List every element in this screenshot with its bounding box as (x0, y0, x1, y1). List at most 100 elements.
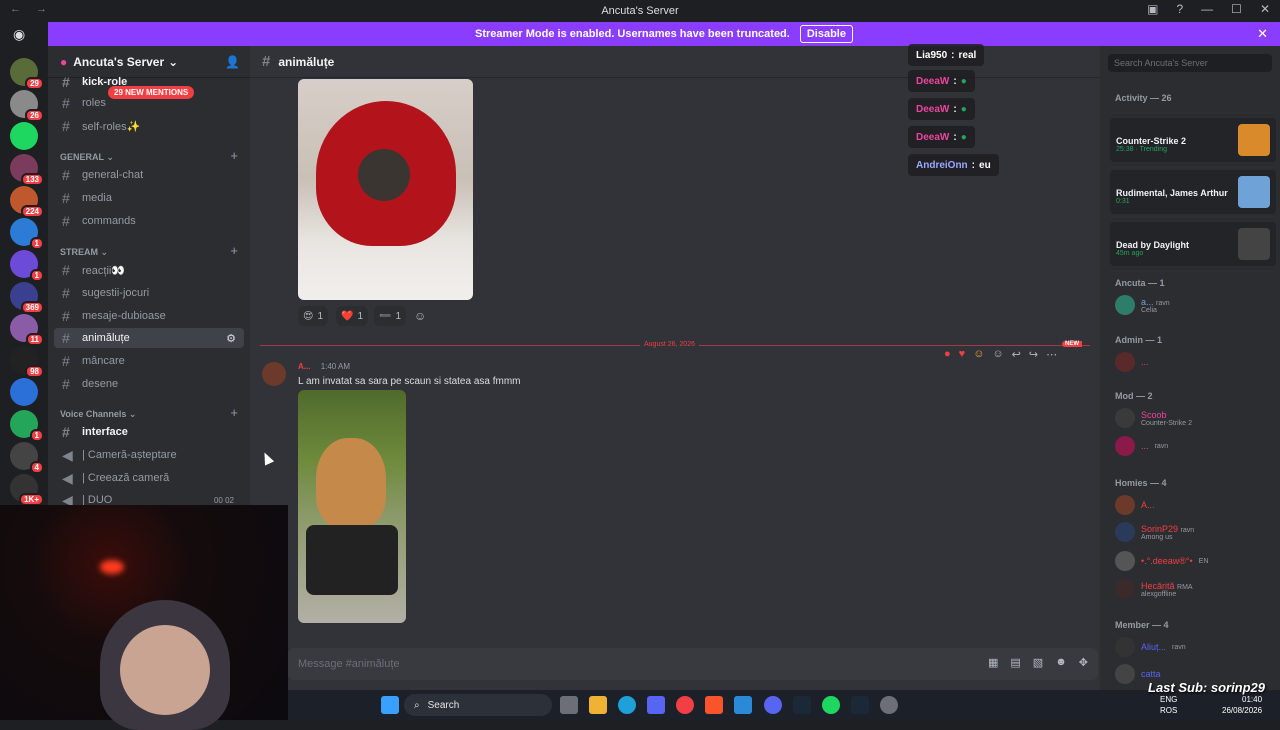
message-author[interactable]: A... (298, 362, 310, 371)
member-item[interactable]: Scoob Counter-Strike 2 (1115, 405, 1275, 431)
channel-commands[interactable]: # commands (54, 211, 244, 231)
attachment-image[interactable] (298, 79, 473, 300)
server-icon[interactable]: 4 (10, 442, 44, 474)
channel-animalute[interactable]: # animăluțe ⚙ (54, 328, 244, 348)
window-controls[interactable]: ▣? — ☐ ✕ (1147, 2, 1270, 16)
attachment-image[interactable] (298, 390, 406, 623)
sticker-icon[interactable]: ▧ (1033, 656, 1043, 669)
voice-camera-asteptare[interactable]: ◀ | Cameră-așteptare (54, 445, 244, 465)
activity-card[interactable]: Rudimental, James Arthur 0:31 (1110, 170, 1276, 214)
channel-interface[interactable]: # interface (54, 422, 244, 442)
channel-self-roles[interactable]: # self-roles✨ (54, 116, 244, 136)
server-icon[interactable]: 1 (10, 250, 44, 282)
server-icon[interactable]: 133 (10, 154, 44, 186)
avatar[interactable] (262, 362, 286, 386)
store-icon[interactable] (647, 696, 665, 714)
mention-badge: 133 (20, 173, 44, 186)
gift-icon[interactable]: ▦ (988, 656, 998, 669)
member-item[interactable]: ... ravn (1115, 433, 1275, 459)
composer-placeholder[interactable]: Message #animăluțe (298, 658, 400, 670)
reply-icon[interactable]: ↩ (1012, 348, 1021, 368)
message-composer[interactable]: Message #animăluțe ▦ ▤ ▧ ☻ ✥ (288, 648, 1098, 680)
member-item[interactable]: a... ravn Celia (1115, 292, 1275, 318)
server-icon[interactable] (10, 122, 38, 150)
heart-icon[interactable]: ♥ (959, 348, 966, 368)
nav-arrows-icon[interactable]: ← → (10, 3, 53, 15)
steam-icon[interactable] (851, 696, 869, 714)
chrome-icon[interactable] (676, 696, 694, 714)
apps-icon[interactable]: ✥ (1079, 656, 1088, 669)
reaction-icon[interactable]: ● (944, 348, 951, 368)
member-item[interactable]: A... (1115, 492, 1275, 518)
help-icon[interactable]: ? (1176, 2, 1183, 16)
member-item[interactable]: ... (1115, 349, 1275, 375)
add-channel-icon[interactable]: + (230, 405, 238, 420)
maximize-button[interactable]: ☐ (1231, 2, 1242, 16)
voice-creeaza-camera[interactable]: ◀ | Creează cameră (54, 468, 244, 488)
gif-icon[interactable]: ▤ (1010, 656, 1020, 669)
language-indicator[interactable]: ENG ROS (1160, 694, 1177, 716)
add-reaction-icon[interactable]: ☺ (414, 309, 426, 323)
hash-icon: # (62, 167, 70, 183)
channel-media[interactable]: # media (54, 188, 244, 208)
close-button[interactable]: ✕ (1260, 2, 1270, 16)
discord-home-icon[interactable]: ◉ (13, 26, 35, 44)
steam-icon[interactable] (793, 696, 811, 714)
settings-icon[interactable]: ⚙ (226, 332, 236, 345)
channel-general-chat[interactable]: # general-chat (54, 165, 244, 185)
server-icon[interactable]: 29 (10, 58, 44, 90)
divider-date: August 26, 2026 (640, 341, 699, 348)
server-icon[interactable]: 26 (10, 90, 44, 122)
reaction-button[interactable]: 😍 1 (298, 306, 328, 326)
windows-start-icon[interactable] (381, 696, 399, 714)
server-icon[interactable]: 224 (10, 186, 44, 218)
edge-icon[interactable] (618, 696, 636, 714)
album-thumbnail (1238, 176, 1270, 208)
activity-card[interactable]: Dead by Daylight 45m ago (1110, 222, 1276, 266)
clock[interactable]: 01:40 26/08/2026 (1222, 694, 1262, 716)
more-icon[interactable]: ⋯ (1046, 348, 1057, 368)
taskbar-search[interactable]: ⌕ Search (404, 694, 552, 716)
channel-mesaje-dubioase[interactable]: # mesaje-dubioase (54, 306, 244, 326)
member-item[interactable]: Aliuț... ravn (1115, 634, 1275, 660)
server-icon[interactable]: 1 (10, 218, 44, 250)
channel-reactii[interactable]: # reacții👀 (54, 260, 244, 280)
member-item[interactable]: SorinP29 ravn Among us (1115, 519, 1275, 545)
channel-desene[interactable]: # desene (54, 374, 244, 394)
inbox-icon[interactable]: ▣ (1147, 2, 1158, 16)
obs-icon[interactable] (880, 696, 898, 714)
category-stream[interactable]: STREAM ⌄ (60, 247, 108, 258)
server-icon[interactable]: 369 (10, 282, 44, 314)
reaction-button[interactable]: ➖ 1 (374, 306, 407, 326)
brave-icon[interactable] (705, 696, 723, 714)
add-reaction-icon[interactable]: ☺ (992, 348, 1003, 368)
file-explorer-icon[interactable] (589, 696, 607, 714)
server-icon[interactable]: 98 (10, 346, 44, 378)
emoji-icon[interactable]: ☻ (1055, 656, 1067, 669)
laugh-icon[interactable]: ☺ (973, 348, 984, 368)
close-banner-icon[interactable]: ✕ (1257, 26, 1268, 42)
server-icon[interactable]: 11 (10, 314, 44, 346)
member-item[interactable]: Hecărită RMA alexgoffline (1115, 576, 1275, 602)
add-channel-icon[interactable]: + (230, 148, 238, 163)
minimize-button[interactable]: — (1201, 2, 1213, 16)
server-icon[interactable]: 1 (10, 410, 44, 442)
reaction-button[interactable]: ❤️ 1 (336, 306, 369, 326)
category-voice[interactable]: Voice Channels ⌄ (60, 409, 136, 420)
channel-mancare[interactable]: # mâncare (54, 351, 244, 371)
task-view-icon[interactable] (560, 696, 578, 714)
server-icon[interactable]: 1K+ (10, 474, 44, 506)
forward-icon[interactable]: ↪ (1029, 348, 1038, 368)
vscode-icon[interactable] (734, 696, 752, 714)
add-member-icon[interactable]: 👤 (225, 55, 240, 69)
new-mentions-pill[interactable]: 29 NEW MENTIONS (108, 86, 195, 99)
discord-icon[interactable] (764, 696, 782, 714)
channel-sugestii-jocuri[interactable]: # sugestii-jocuri (54, 283, 244, 303)
category-general[interactable]: GENERAL ⌄ (60, 152, 114, 163)
server-icon[interactable] (10, 378, 38, 406)
disable-button[interactable]: Disable (799, 25, 853, 43)
hash-icon: # (62, 118, 70, 134)
spotify-icon[interactable] (822, 696, 840, 714)
member-item[interactable]: •.°.deeaw®°• EN (1115, 548, 1275, 574)
add-channel-icon[interactable]: + (230, 243, 238, 258)
